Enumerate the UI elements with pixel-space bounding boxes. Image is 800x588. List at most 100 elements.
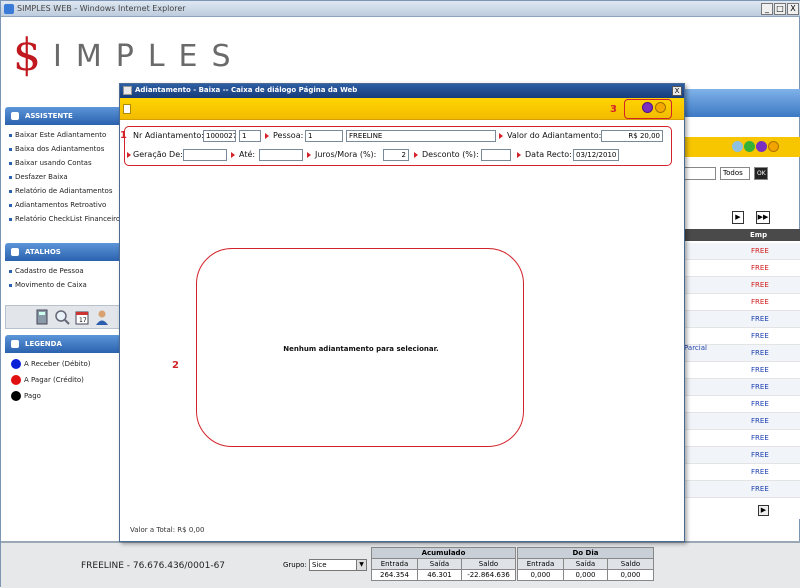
minimize-button[interactable]: _ [761,3,773,15]
col-saida: Saída [417,558,462,570]
search-icon[interactable] [54,309,70,325]
assistente-item[interactable]: Baixar Este Adiantamento [9,131,106,139]
table-row[interactable]: FREE [684,362,800,379]
adiantamento-dialog: Adiantamento - Baixa -- Caixa de diálogo… [119,83,685,542]
row-empresa: FREE [751,315,769,323]
required-marker-icon [307,152,311,158]
last-page-button[interactable]: ▶▶ [756,211,770,224]
assistente-item[interactable]: Relatório de Adiantamentos [9,187,112,195]
desconto-field[interactable] [481,149,511,161]
grupo-select[interactable]: Sice ▼ [309,559,367,571]
assistente-header: ASSISTENTE [5,107,121,125]
assistente-item[interactable]: Relatório CheckList Financeiro [9,215,120,223]
do-dia-saldo: 0,000 [607,569,654,581]
lock-icon[interactable] [756,141,767,152]
table-row[interactable]: FREE [684,481,800,498]
browser-window: SIMPLES WEB - Windows Internet Explorer … [0,0,800,588]
black-dot-icon [11,391,21,401]
atalhos-item[interactable]: Cadastro de Pessoa [9,267,84,275]
row-empresa: FREE [751,485,769,493]
table-row[interactable]: FREE [684,447,800,464]
juros-mora-field[interactable]: 2 [383,149,409,161]
table-row[interactable]: FREE [684,294,800,311]
assistente-item[interactable]: Desfazer Baixa [9,173,68,181]
do-dia-saida: 0,000 [563,569,608,581]
print-icon[interactable] [732,141,743,152]
status-footer: FREELINE - 76.676.436/0001-67 Grupo: Sic… [1,541,800,588]
table-row[interactable]: FREE [684,430,800,447]
desconto-label: Desconto (%): [422,150,479,159]
table-row[interactable]: FREE [684,277,800,294]
table-row[interactable]: FREE [684,396,800,413]
close-window-button[interactable]: X [787,3,799,15]
assistente-title: ASSISTENTE [25,112,73,120]
col-saldo: Saldo [461,558,516,570]
next-page-button[interactable]: ▶ [732,211,744,224]
row-empresa: FREE [751,400,769,408]
pessoa-code-field[interactable]: 1 [305,130,343,142]
back-icon[interactable] [768,141,779,152]
bullet-icon [9,269,12,273]
dialog-toolbar [120,98,684,120]
table-row[interactable]: FREE [684,413,800,430]
results-area: Nenhum adiantamento para selecionar. [196,248,524,447]
row-empresa: FREE [751,451,769,459]
empty-message: Nenhum adiantamento para selecionar. [283,345,439,353]
add-icon[interactable] [744,141,755,152]
atalhos-item[interactable]: Movimento de Caixa [9,281,87,289]
table-row[interactable]: FREE [684,311,800,328]
table-row[interactable]: FREE [684,464,800,481]
atalhos-title: ATALHOS [25,248,61,256]
table-row[interactable]: FREE [684,328,800,345]
scroll-right-button[interactable]: ▶ [758,505,769,516]
table-row[interactable]: FREE [684,243,800,260]
calculator-icon[interactable] [34,309,50,325]
valor-adiantamento-field[interactable]: R$ 20,00 [601,130,663,142]
nr-adiantamento-label: Nr Adiantamento: [133,131,204,140]
ate-field[interactable] [259,149,303,161]
atalhos-header: ATALHOS [5,243,121,261]
back-icon[interactable] [655,102,666,113]
logo-dollar: $ [13,30,41,81]
nr-adiantamento-field[interactable]: 1000027 [203,130,236,142]
row-empresa: FREE [751,434,769,442]
calendar-icon[interactable]: 17 [74,309,90,325]
pessoa-name-field[interactable]: FREELINE [346,130,496,142]
table-row[interactable]: FREE [684,260,800,277]
page-icon [123,86,132,95]
data-recto-field[interactable]: 03/12/2010 [573,149,619,161]
dialog-close-button[interactable]: X [672,86,682,96]
filter-select[interactable] [684,167,716,180]
acumulado-title: Acumulado [371,547,516,559]
confirm-baixa-icon[interactable] [642,102,653,113]
row-empresa: FREE [751,383,769,391]
nr-sequencia-field[interactable]: 1 [239,130,261,142]
geracao-de-field[interactable] [183,149,227,161]
bullet-icon [9,161,12,165]
grid-header-emp: Emp [750,231,768,239]
dialog-titlebar: Adiantamento - Baixa -- Caixa de diálogo… [120,84,684,98]
row-empresa: FREE [751,281,769,289]
bullet-icon [9,147,12,151]
tools-bar: 17 [5,305,121,329]
assistente-item[interactable]: Baixa dos Adiantamentos [9,145,104,153]
geracao-de-label: Geração De: [133,150,183,159]
acumulado-saida: 46.301 [417,569,462,581]
data-recto-label: Data Recto: [525,150,572,159]
assistente-item[interactable]: Baixar usando Contas [9,159,92,167]
shortcut-icon [11,248,19,256]
ok-button[interactable]: OK [754,167,768,180]
maximize-button[interactable]: □ [774,3,786,15]
logo-text: IMPLES [53,39,245,74]
required-marker-icon [414,152,418,158]
assistente-item[interactable]: Adiantamentos Retroativo [9,201,106,209]
required-marker-icon [127,152,131,158]
user-icon[interactable] [94,309,110,325]
legend-receber: A Receber (Débito) [11,359,90,369]
background-grid: Emp FREE FREE FREE FREE FREE FREE FREE FREE FREE… [684,229,800,519]
table-row[interactable]: FREE [684,379,800,396]
todos-select[interactable]: Todos [720,167,750,180]
acumulado-saldo: -22.864.636 [461,569,516,581]
row-empresa: FREE [751,349,769,357]
browser-titlebar: SIMPLES WEB - Windows Internet Explorer … [1,1,800,17]
